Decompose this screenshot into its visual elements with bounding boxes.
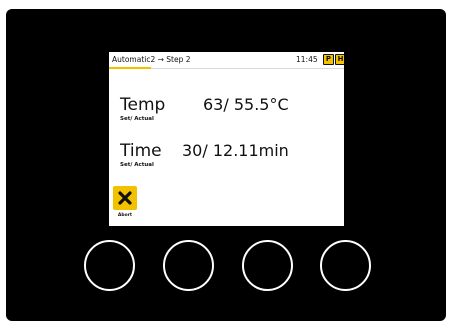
x-icon (118, 191, 132, 205)
mode-badge-h: H (335, 54, 344, 65)
temp-sublabel: Set/ Actual (120, 116, 154, 122)
display-screen: Automatic2 → Step 2 11:45 P H Temp Set/ … (109, 52, 344, 226)
temp-value: 63/ 55.5°C (203, 95, 289, 114)
mode-badges: P H (323, 54, 344, 65)
step-progress-fill (109, 67, 152, 69)
time-sublabel: Set/ Actual (120, 162, 154, 168)
step-progress-bar (109, 67, 344, 69)
hardware-button-2[interactable] (163, 240, 214, 291)
hardware-button-3[interactable] (242, 240, 293, 291)
status-bar: Automatic2 → Step 2 11:45 P H (109, 52, 344, 69)
temp-label: Temp (120, 95, 166, 115)
step-path: Automatic2 → Step 2 (112, 55, 191, 64)
hardware-button-1[interactable] (84, 240, 135, 291)
hardware-button-4[interactable] (320, 240, 371, 291)
clock: 11:45 (296, 55, 318, 64)
abort-label: Abort (117, 213, 133, 218)
time-label: Time (120, 141, 162, 161)
abort-button[interactable] (113, 186, 137, 210)
mode-badge-p: P (323, 54, 334, 65)
time-value: 30/ 12.11min (182, 141, 289, 160)
